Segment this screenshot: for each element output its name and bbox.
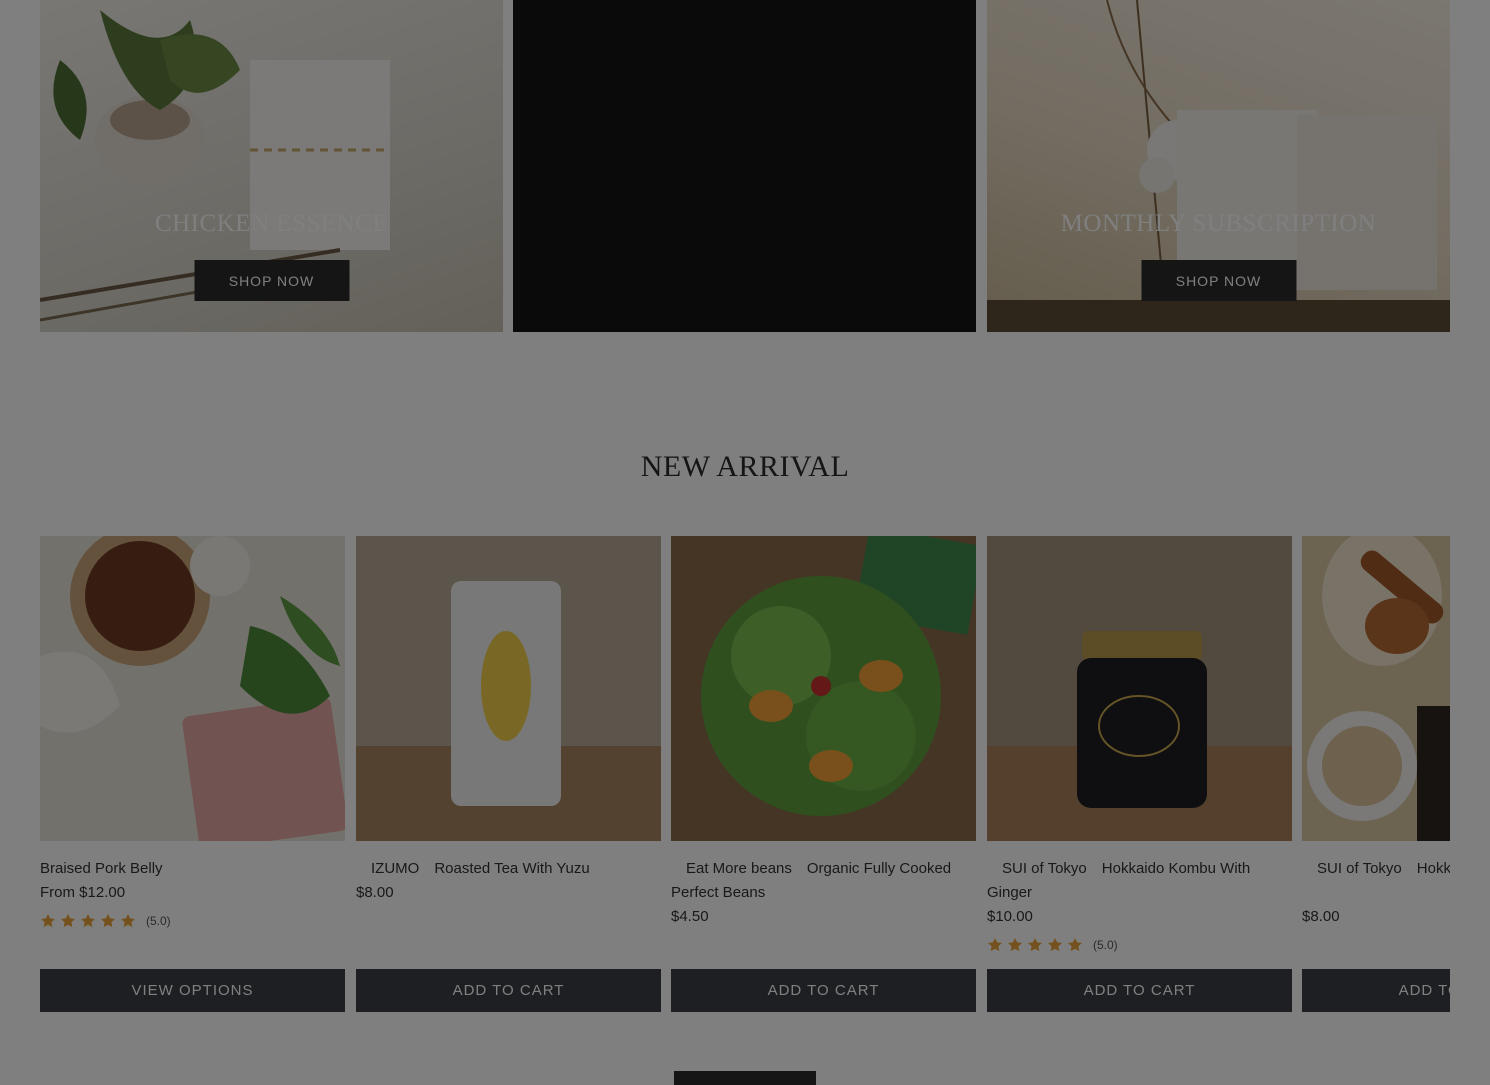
product-name[interactable]: Eat More beans Organic Fully Cooked Perf…	[671, 857, 971, 905]
product-name[interactable]: IZUMO Roasted Tea With Yuzu	[356, 857, 656, 881]
star-icon	[1008, 938, 1022, 952]
product-image[interactable]	[671, 536, 976, 841]
rating-count: (5.0)	[1093, 938, 1118, 952]
section-title-new-arrival: NEW ARRIVAL	[640, 450, 850, 483]
star-icon	[988, 938, 1002, 952]
product-card[interactable]: SUI of Tokyo Hokkaido Umami Salt $8.00 A…	[1302, 536, 1450, 1012]
product-card[interactable]: Braised Pork Belly From $12.00 (5.0) Vie…	[40, 536, 345, 1012]
collection-video[interactable]	[513, 0, 976, 332]
product-price: $8.00	[356, 884, 394, 901]
star-icon	[1028, 938, 1042, 952]
product-image[interactable]	[1302, 536, 1450, 841]
product-rating: (5.0)	[40, 911, 171, 931]
product-image[interactable]	[40, 536, 345, 841]
product-rating: (5.0)	[987, 935, 1118, 955]
product-card[interactable]: IZUMO Roasted Tea With Yuzu $8.00 Add to…	[356, 536, 661, 1012]
add-to-cart-button[interactable]: Add to cart	[356, 969, 661, 1012]
shop-now-button[interactable]: Shop Now	[1141, 260, 1296, 301]
product-price: From $12.00	[40, 884, 126, 901]
add-to-cart-button[interactable]: Add to cart	[1302, 969, 1450, 1012]
collection-title: Chicken Essence	[154, 210, 389, 237]
view-all-button[interactable]	[674, 1071, 816, 1085]
rating-count: (5.0)	[146, 914, 171, 928]
star-icon	[1048, 938, 1062, 952]
product-name[interactable]: SUI of Tokyo Hokkaido Kombu With Ginger	[987, 857, 1287, 905]
product-price: $8.00	[1302, 908, 1340, 925]
view-options-button[interactable]: View options	[40, 969, 345, 1012]
star-icon	[61, 914, 75, 928]
star-icon	[101, 914, 115, 928]
page: Chicken Essence Shop Now Monthly Subscri…	[0, 0, 1490, 1085]
collection-monthly-subscription[interactable]: Monthly Subscription Shop Now	[987, 0, 1450, 332]
shop-now-button[interactable]: Shop Now	[194, 260, 349, 301]
add-to-cart-button[interactable]: Add to cart	[987, 969, 1292, 1012]
product-image[interactable]	[356, 536, 661, 841]
product-price: $10.00	[987, 908, 1033, 925]
product-name[interactable]: Braised Pork Belly	[40, 857, 340, 881]
product-card[interactable]: SUI of Tokyo Hokkaido Kombu With Ginger …	[987, 536, 1292, 1012]
product-price: $4.50	[671, 908, 709, 925]
collection-title: Monthly Subscription	[1060, 210, 1377, 237]
product-carousel: Braised Pork Belly From $12.00 (5.0) Vie…	[40, 536, 1450, 1016]
star-icon	[121, 914, 135, 928]
star-icon	[1068, 938, 1082, 952]
product-card[interactable]: Eat More beans Organic Fully Cooked Perf…	[671, 536, 976, 1012]
product-name[interactable]: SUI of Tokyo Hokkaido Umami Salt	[1302, 857, 1450, 881]
collection-banners: Chicken Essence Shop Now Monthly Subscri…	[40, 0, 1450, 332]
star-icon	[81, 914, 95, 928]
star-icon	[41, 914, 55, 928]
add-to-cart-button[interactable]: Add to cart	[671, 969, 976, 1012]
product-image[interactable]	[987, 536, 1292, 841]
collection-chicken-essence[interactable]: Chicken Essence Shop Now	[40, 0, 503, 332]
